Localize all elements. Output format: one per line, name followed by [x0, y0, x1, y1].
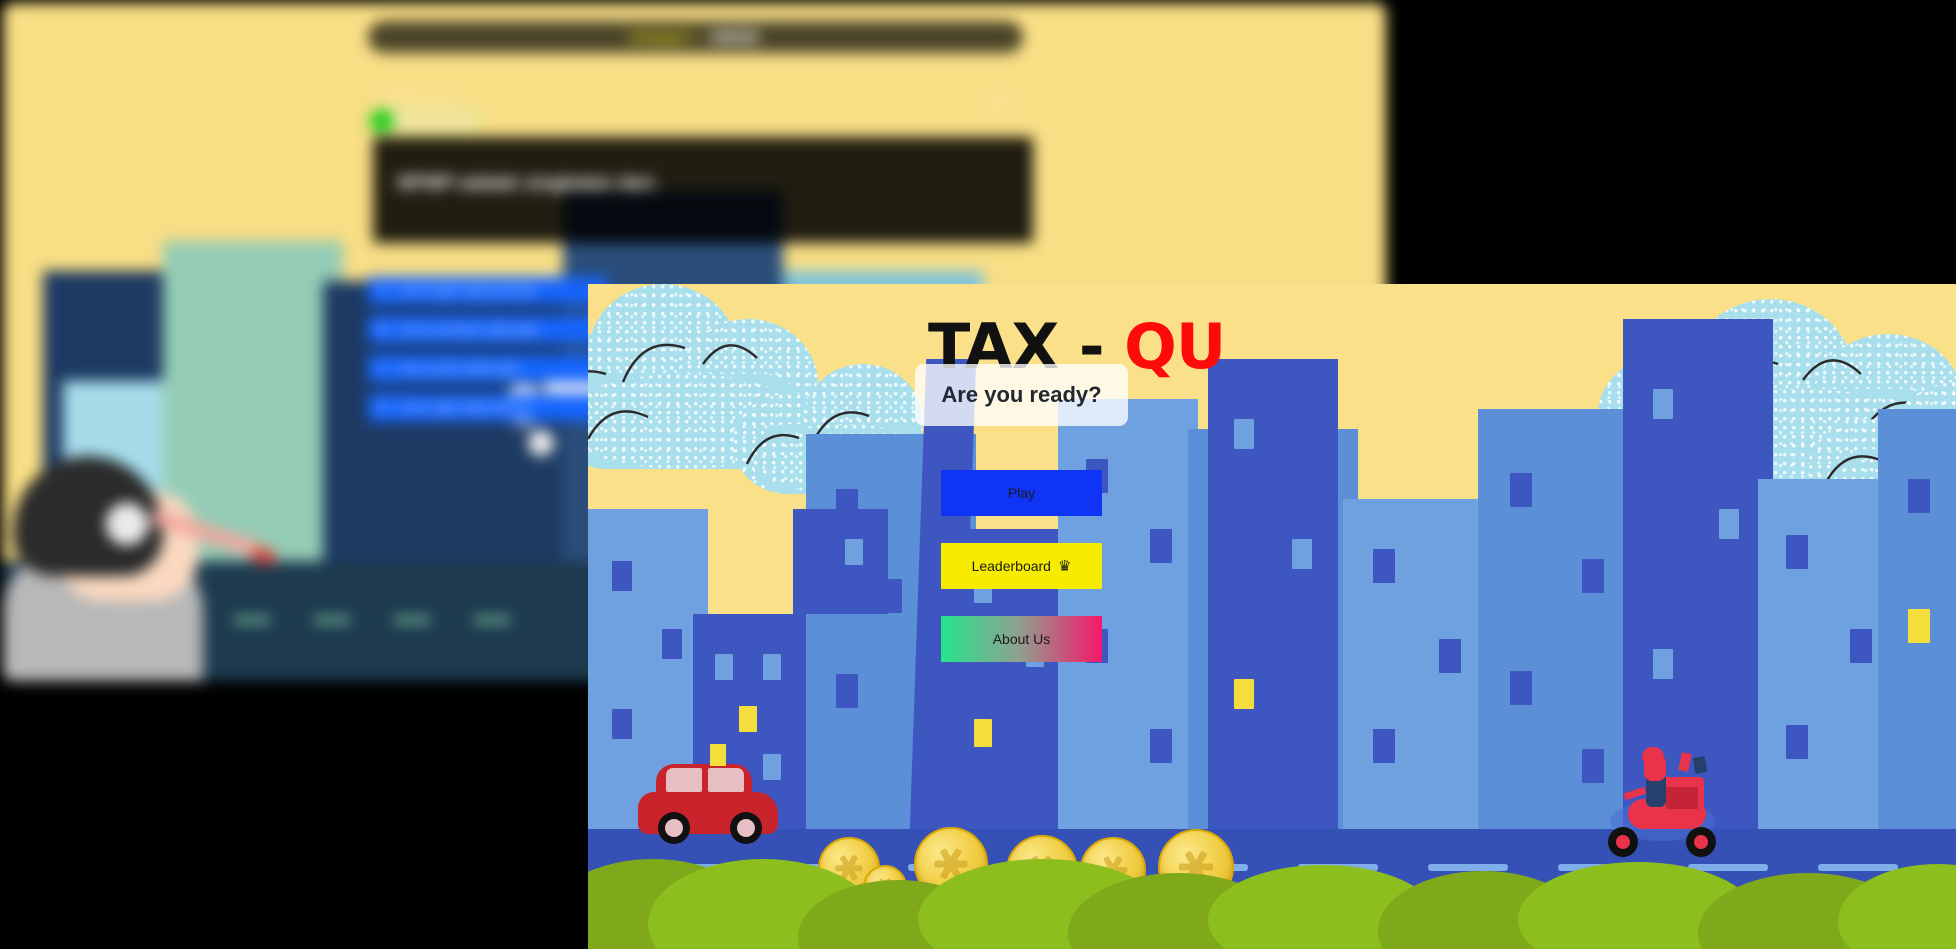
- question-panel: NPWP adalah singkatan dari.: [373, 137, 1033, 243]
- road-dash: [1428, 864, 1508, 871]
- bg-road-dash: [233, 617, 271, 623]
- leaderboard-button[interactable]: Leaderboard ♛: [941, 543, 1102, 589]
- building: [1758, 479, 1898, 829]
- game-window[interactable]: TAX - QU Are you ready? Play Leaderboard…: [588, 284, 1956, 949]
- score-display: Skor 0: [988, 93, 1011, 121]
- play-button-label: Play: [1007, 485, 1036, 501]
- answer-option[interactable]: C nomor pokok wajib pajak: [368, 355, 608, 382]
- leaderboard-button-label: Leaderboard: [971, 558, 1051, 574]
- option-label: nomor pajak wajib peminjam: [398, 284, 538, 297]
- road-dash: [1818, 864, 1898, 871]
- score-value: 0: [996, 108, 1003, 120]
- category-label: Kategori :: [629, 28, 700, 46]
- red-car: [638, 744, 778, 844]
- category-header-bar: Kategori : UMUM: [368, 21, 1023, 53]
- screen-root: Kategori : UMUM Soal ke 1 of 10 Skor 0 N…: [0, 0, 1956, 949]
- ready-text: Are you ready?: [941, 382, 1102, 407]
- option-label: nomor pajak wajib pertama: [398, 401, 531, 414]
- ready-panel: Are you ready?: [915, 364, 1128, 426]
- option-badge: A: [379, 284, 387, 297]
- progress-bar-fill: [370, 110, 395, 132]
- about-us-button-label: About Us: [992, 631, 1051, 647]
- bg-road-dash: [473, 617, 511, 623]
- about-us-button[interactable]: About Us: [941, 616, 1102, 662]
- progress-label: Soal ke 1 of 10: [381, 93, 455, 105]
- bg-person-glasses: [98, 495, 156, 553]
- answer-option[interactable]: A nomor pajak wajib peminjam: [368, 277, 608, 304]
- progress-bar: [368, 108, 482, 134]
- delivery-scooter: [1598, 747, 1738, 859]
- answer-option[interactable]: B nomor pembayar wajib pajak: [368, 316, 608, 343]
- answer-option[interactable]: D nomor pajak wajib pertama: [368, 394, 608, 421]
- play-button[interactable]: Play: [941, 470, 1102, 516]
- option-badge: D: [379, 401, 387, 414]
- building: [1878, 409, 1956, 829]
- answer-options-list: A nomor pajak wajib peminjam B nomor pem…: [368, 277, 608, 433]
- bg-road-dash: [313, 617, 351, 623]
- bg-road-dash: [393, 617, 431, 623]
- building: [1343, 499, 1493, 829]
- option-label: nomor pokok wajib pajak: [398, 362, 520, 375]
- option-badge: B: [379, 323, 387, 336]
- question-text: NPWP adalah singkatan dari.: [397, 173, 659, 194]
- main-menu-buttons: Play Leaderboard ♛ About Us: [941, 470, 1102, 689]
- score-label: Skor: [988, 94, 1011, 106]
- crown-icon: ♛: [1057, 558, 1072, 575]
- option-badge: C: [379, 362, 387, 375]
- building-top: [793, 509, 888, 614]
- building-tall: [1208, 359, 1338, 829]
- bg-cloud: [528, 430, 554, 456]
- title-part-red: QU: [1124, 310, 1226, 383]
- option-label: nomor pembayar wajib pajak: [398, 323, 539, 336]
- category-value: UMUM: [706, 28, 762, 46]
